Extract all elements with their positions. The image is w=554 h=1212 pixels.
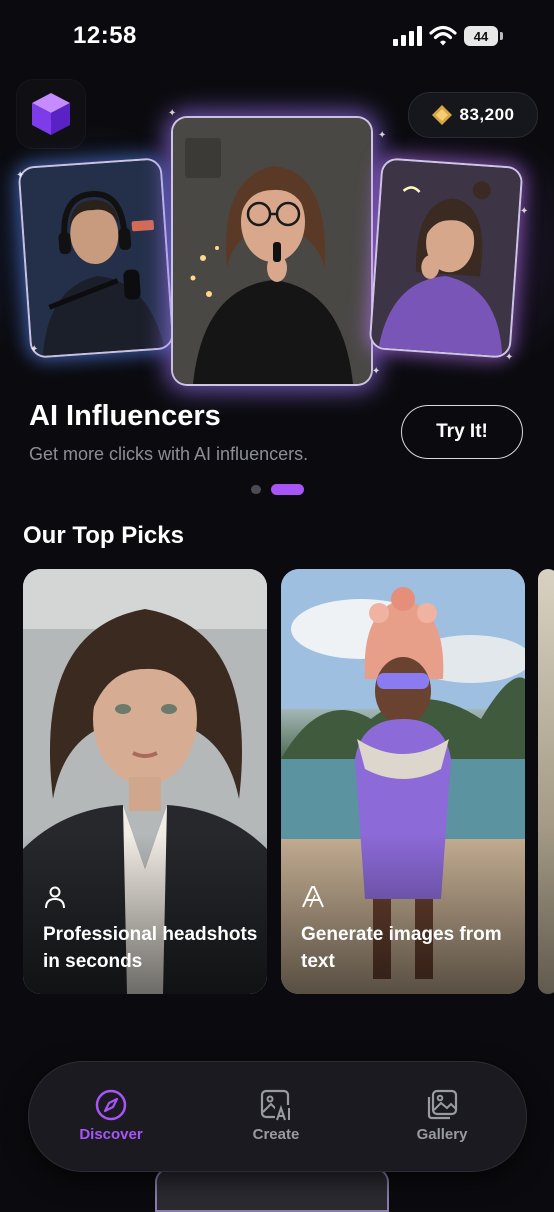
battery-level: 44 (464, 26, 498, 46)
gem-icon (431, 105, 452, 125)
tab-gallery-label: Gallery (416, 1126, 468, 1143)
text-a-icon (302, 886, 324, 908)
wifi-icon (429, 25, 457, 46)
hero-card-glasses-woman[interactable] (171, 116, 373, 386)
purple-cube-icon (32, 93, 70, 135)
carousel-dot-1[interactable] (251, 485, 261, 494)
ai-image-icon (260, 1089, 293, 1122)
status-time: 12:58 (73, 22, 137, 49)
tab-discover-label: Discover (79, 1126, 143, 1143)
person-icon (45, 886, 65, 909)
sweater-woman-avatar (370, 159, 522, 357)
sparkle-decoration: ✦ (378, 130, 387, 141)
tab-create[interactable]: Create (216, 1088, 336, 1148)
tab-gallery[interactable]: Gallery (382, 1088, 502, 1148)
background-card-peek (155, 1168, 389, 1212)
tab-create-label: Create (252, 1126, 300, 1143)
tab-discover[interactable]: Discover (51, 1088, 171, 1148)
hero-subtitle: Get more clicks with AI influencers. (29, 444, 309, 464)
compass-icon (95, 1089, 127, 1121)
battery-icon: 44 (464, 26, 504, 46)
hero-title: AI Influencers (29, 400, 221, 432)
sparkle-decoration: ✦ (520, 206, 529, 217)
sparkle-decoration: ✦ (30, 344, 39, 355)
carousel-dot-2-active[interactable] (271, 484, 304, 495)
sparkle-decoration: ✦ (372, 366, 381, 377)
app-logo[interactable] (17, 80, 85, 148)
sparkle-decoration: ✦ (16, 170, 25, 181)
pick-label-text-to-image: Generate images from text (301, 924, 502, 972)
hero-card-podcaster[interactable] (17, 157, 175, 359)
hero-card-sweater-woman[interactable] (368, 157, 524, 359)
gems-value: 83,200 (459, 105, 515, 124)
pick-card-next-peek[interactable] (538, 569, 554, 994)
pick-card-text-to-image[interactable]: Generate images from text (281, 569, 525, 994)
glasses-woman-avatar (173, 118, 371, 384)
pick-card-headshots[interactable]: Professional headshots in seconds (23, 569, 267, 994)
sparkle-decoration: ✦ (505, 352, 514, 363)
section-title-top-picks: Our Top Picks (23, 522, 184, 549)
status-bar: 12:58 44 (0, 0, 554, 74)
gems-balance-badge[interactable]: 83,200 (408, 92, 538, 138)
pick-label-headshots: Professional headshots in seconds (43, 924, 258, 972)
podcaster-avatar (19, 159, 173, 357)
battery-tip (500, 32, 503, 40)
cellular-signal-icon (393, 26, 422, 46)
try-it-button[interactable]: Try It! (401, 405, 523, 459)
gallery-icon (427, 1089, 458, 1120)
sparkle-decoration: ✦ (168, 108, 177, 119)
